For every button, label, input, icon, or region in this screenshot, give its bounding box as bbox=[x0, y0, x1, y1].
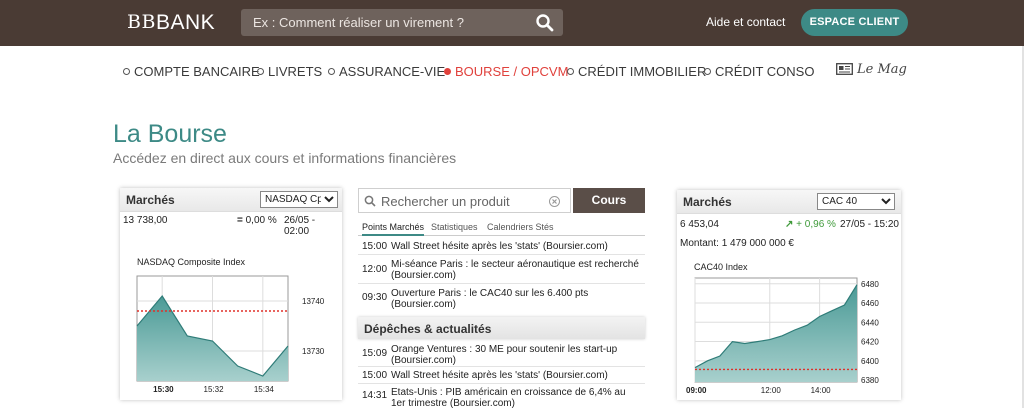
product-search-input[interactable] bbox=[381, 191, 551, 211]
y-tick-label: 6380 bbox=[861, 376, 879, 385]
y-tick-label: 6400 bbox=[861, 357, 879, 366]
depeche-item[interactable]: 15:09 Orange Ventures : 30 ME pour soute… bbox=[358, 341, 645, 367]
help-contact-link[interactable]: Aide et contact bbox=[706, 15, 785, 29]
nav-item-label: CRÉDIT CONSO bbox=[715, 64, 815, 79]
news-text: Wall Street hésite après les 'stats' (Bo… bbox=[391, 241, 608, 252]
nav-item-credit-conso[interactable]: CRÉDIT CONSO bbox=[704, 64, 814, 79]
news-time: 14:31 bbox=[362, 390, 388, 401]
market-select[interactable]: NASDAQ Cp bbox=[260, 191, 338, 208]
nav-bullet-icon bbox=[567, 68, 574, 75]
index-change: = 0,00 % bbox=[237, 215, 277, 226]
cours-button[interactable]: Cours bbox=[573, 188, 645, 213]
nav-bullet-icon bbox=[704, 68, 711, 75]
y-tick-label: 6420 bbox=[861, 338, 879, 347]
tab-calendriers[interactable]: Calendriers Stés bbox=[487, 222, 554, 232]
nav-item-label: COMPTE BANCAIRE bbox=[134, 64, 260, 79]
top-bar: BBBANK Aide et contact ESPACE CLIENT bbox=[0, 0, 1024, 46]
index-value: 13 738,00 bbox=[123, 215, 168, 226]
site-search-input[interactable] bbox=[241, 9, 531, 36]
index-change: ↗ + 0,96 % bbox=[785, 219, 836, 230]
news-item[interactable]: 09:30 Ouverture Paris : le CAC40 sur les… bbox=[358, 285, 645, 311]
news-item[interactable]: 15:00 Wall Street hésite après les 'stat… bbox=[358, 237, 645, 255]
nav-item-livrets[interactable]: LIVRETS bbox=[257, 64, 322, 79]
newspaper-icon bbox=[836, 63, 853, 75]
nav-item-assurance-vie[interactable]: ASSURANCE-VIE bbox=[328, 64, 445, 79]
news-text: Ouverture Paris : le CAC40 sur les 6.400… bbox=[391, 288, 589, 310]
widget-header: Marchés NASDAQ Cp bbox=[120, 188, 342, 212]
product-search bbox=[358, 188, 571, 213]
widget-heading: Marchés bbox=[126, 193, 175, 207]
news-time: 09:30 bbox=[362, 292, 388, 303]
nav-bullet-icon bbox=[123, 68, 130, 75]
nav-item-compte-bancaire[interactable]: COMPTE BANCAIRE bbox=[123, 64, 260, 79]
logo-text: BANK bbox=[155, 11, 216, 34]
x-tick-label: 15:32 bbox=[204, 385, 225, 394]
y-tick-label: 6460 bbox=[861, 299, 879, 308]
news-time: 15:00 bbox=[362, 241, 388, 252]
news-time: 12:00 bbox=[362, 264, 388, 275]
x-tick-label: 15:34 bbox=[254, 385, 275, 394]
site-search bbox=[241, 9, 563, 36]
nav-item-credit-immobilier[interactable]: CRÉDIT IMMOBILIER bbox=[567, 64, 706, 79]
nav-item-label: LIVRETS bbox=[268, 64, 323, 79]
nav-item-label: ASSURANCE-VIE bbox=[339, 64, 446, 79]
news-item[interactable]: 12:00 Mi-séance Paris : le secteur aéron… bbox=[358, 256, 645, 284]
nav-item-label: BOURSE / OPCVM bbox=[455, 64, 569, 79]
news-text: Mi-séance Paris : le secteur aéronautiqu… bbox=[391, 259, 639, 281]
nav-item-bourse[interactable]: BOURSE / OPCVM bbox=[444, 64, 568, 79]
cac40-market-widget: Marchés CAC 40 6 453,04 ↗ + 0,96 % 27/05… bbox=[677, 190, 901, 400]
depeche-item[interactable]: 15:00 Wall Street hésite après les 'stat… bbox=[358, 367, 645, 384]
index-datetime: 27/05 - 15:20 bbox=[840, 219, 899, 230]
search-icon[interactable] bbox=[535, 13, 555, 33]
brand-logo[interactable]: BBBANK bbox=[127, 11, 215, 35]
y-tick-label: 6440 bbox=[861, 318, 879, 327]
news-text: Wall Street hésite après les 'stats' (Bo… bbox=[391, 370, 608, 381]
news-time: 15:00 bbox=[362, 370, 388, 381]
nasdaq-chart: 13740 13730 15:30 15:32 15:34 bbox=[136, 275, 325, 394]
widget-heading: Marchés bbox=[683, 195, 732, 209]
le-mag-label: Le Mag bbox=[857, 62, 907, 77]
tab-points-marches[interactable]: Points Marchés bbox=[362, 222, 425, 236]
x-tick-label: 15:30 bbox=[153, 385, 174, 394]
widget-header: Marchés CAC 40 bbox=[677, 190, 901, 214]
news-time: 15:09 bbox=[362, 348, 388, 359]
news-tabs: Points Marchés Statistiques Calendriers … bbox=[358, 219, 645, 236]
nav-bullet-icon bbox=[444, 68, 451, 75]
clear-icon[interactable] bbox=[549, 196, 560, 207]
logo-mark: BB bbox=[127, 11, 156, 33]
cac40-chart: 6480 6460 6440 6420 6400 6380 09:00 12:00 14:00 bbox=[686, 277, 879, 395]
search-icon bbox=[364, 195, 376, 207]
client-space-button[interactable]: ESPACE CLIENT bbox=[801, 9, 908, 36]
news-text: Etats-Unis : PIB américain en croissance… bbox=[391, 387, 626, 408]
depeches-heading: Dépêches & actualités bbox=[364, 322, 492, 336]
nav-bullet-icon bbox=[257, 68, 264, 75]
up-arrow-icon: ↗ bbox=[785, 219, 794, 230]
y-tick-label: 13740 bbox=[302, 297, 325, 306]
index-change-value: + 0,96 % bbox=[796, 219, 836, 230]
index-value: 6 453,04 bbox=[680, 219, 719, 230]
depeches-header: Dépêches & actualités bbox=[358, 317, 645, 339]
x-tick-label: 09:00 bbox=[686, 386, 707, 395]
y-tick-label: 6480 bbox=[861, 280, 879, 289]
nav-bullet-icon bbox=[328, 68, 335, 75]
index-datetime: 26/05 - 02:00 bbox=[284, 215, 316, 237]
news-text: Orange Ventures : 30 ME pour soutenir le… bbox=[391, 344, 618, 366]
nav-item-label: CRÉDIT IMMOBILIER bbox=[578, 64, 707, 79]
market-select[interactable]: CAC 40 bbox=[817, 193, 895, 210]
depeche-item[interactable]: 14:31 Etats-Unis : PIB américain en croi… bbox=[358, 384, 645, 408]
equal-icon: = bbox=[237, 215, 243, 226]
x-tick-label: 12:00 bbox=[761, 386, 782, 395]
le-mag-link[interactable]: Le Mag bbox=[836, 61, 907, 77]
nasdaq-market-widget: Marchés NASDAQ Cp 13 738,00 = 0,00 % 26/… bbox=[120, 188, 342, 400]
page-title: La Bourse bbox=[113, 120, 227, 148]
page-subtitle: Accédez en direct aux cours et informati… bbox=[113, 150, 457, 166]
tab-statistiques[interactable]: Statistiques bbox=[431, 222, 478, 232]
index-change-value: 0,00 % bbox=[245, 215, 277, 226]
x-tick-label: 14:00 bbox=[811, 386, 832, 395]
y-tick-label: 13730 bbox=[302, 347, 325, 356]
trading-amount: Montant: 1 479 000 000 € bbox=[680, 238, 794, 249]
